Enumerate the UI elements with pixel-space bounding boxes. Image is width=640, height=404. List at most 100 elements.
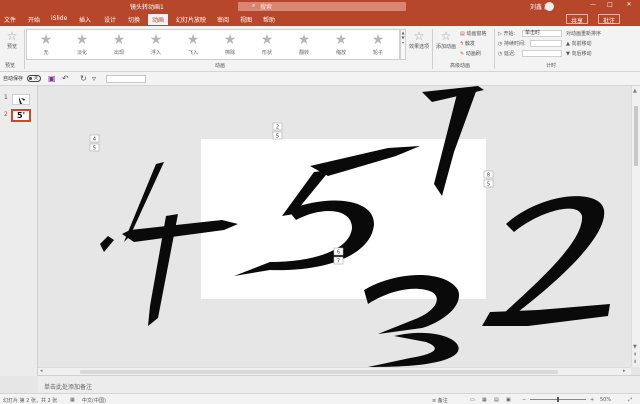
star-icon: ★	[260, 32, 274, 48]
animation-none[interactable]: ★ 无	[29, 32, 63, 56]
tab-insert[interactable]: 插入	[79, 15, 91, 24]
effect-options-button[interactable]: ☆ 效果选项	[407, 29, 431, 50]
animation-tag[interactable]: 4	[89, 134, 100, 143]
star-icon: ★	[149, 32, 163, 48]
prev-slide-icon[interactable]: ⇞	[633, 352, 637, 358]
zoom-slider-handle[interactable]	[557, 397, 559, 402]
zoom-level[interactable]: 50%	[600, 397, 611, 403]
reading-view-icon[interactable]: ▤	[494, 397, 499, 403]
customize-icon[interactable]: ▿	[92, 74, 96, 83]
animation-tag-label: 5	[93, 146, 96, 152]
slide-canvas[interactable]: 4 5 2 5 8 5 6 7	[38, 86, 631, 367]
animation-tag-label: 2	[276, 125, 279, 131]
animation-wipe[interactable]: ★ 擦除	[213, 32, 247, 56]
reorder-title: 对动画重新排序	[566, 31, 602, 37]
scroll-right-icon[interactable]: ▸	[623, 368, 626, 374]
tab-file[interactable]: 文件	[4, 15, 16, 24]
animation-tag-label: 5	[276, 134, 279, 140]
animation-shape[interactable]: ★ 形状	[250, 32, 284, 56]
redo-icon[interactable]: ↻	[80, 74, 87, 83]
start-select[interactable]: 单击时	[522, 30, 562, 37]
animation-tag[interactable]: 6	[333, 247, 344, 256]
animation-tag[interactable]: 5	[272, 131, 283, 140]
normal-view-icon[interactable]: ▭	[470, 397, 475, 403]
tab-transitions[interactable]: 切换	[128, 15, 140, 24]
autosave-toggle[interactable]: 关	[27, 75, 41, 82]
animation-tag-label: 4	[93, 137, 96, 143]
tab-help[interactable]: 帮助	[263, 15, 275, 24]
slide-sorter-icon[interactable]: ▦	[482, 397, 487, 403]
notes-placeholder: 单击此处添加备注	[44, 384, 93, 391]
animation-flip[interactable]: ★ 翻转	[287, 32, 321, 56]
animation-zoom[interactable]: ★ 缩放	[324, 32, 358, 56]
tab-animations[interactable]: 动画	[148, 14, 169, 26]
undo-icon[interactable]: ↶	[62, 74, 69, 83]
share-button[interactable]: 共享	[566, 14, 589, 25]
comment-button[interactable]: 批注	[598, 14, 621, 25]
animation-tag[interactable]: 7	[333, 256, 344, 265]
brush-icon: ✎	[460, 51, 465, 57]
maximize-button[interactable]: □	[603, 1, 617, 8]
zoom-out-icon[interactable]: −	[522, 397, 526, 403]
vertical-scrollbar[interactable]: ▲ ▼ ⇞ ⇟	[631, 86, 640, 367]
tab-view[interactable]: 视图	[240, 15, 252, 24]
animation-float-in[interactable]: ★ 浮入	[139, 32, 173, 56]
animation-tag[interactable]: 5	[483, 179, 494, 188]
scroll-up-icon[interactable]: ▲	[633, 88, 637, 94]
fit-to-window-icon[interactable]: ⤢	[628, 397, 632, 403]
search-box[interactable]: ⌕ 搜索	[238, 2, 406, 11]
slide-thumbnail[interactable]	[12, 94, 30, 105]
slide-thumbnail-selected[interactable]: 5'	[11, 109, 31, 122]
zoom-in-icon[interactable]: +	[590, 397, 594, 403]
language-indicator[interactable]: 中文(中国)	[82, 397, 106, 404]
animation-tag[interactable]: 8	[483, 170, 494, 179]
scroll-down-icon[interactable]: ▼	[633, 344, 637, 350]
delay-input[interactable]	[522, 50, 562, 57]
animation-fly-in[interactable]: ★ 飞入	[176, 32, 210, 56]
spellcheck-icon[interactable]: ▦	[70, 397, 75, 403]
animation-wheel[interactable]: ★ 轮子	[361, 32, 395, 56]
title-bar: 镜头转动画1 ⌕ 搜索 刘鑫 鑫 — □ ✕	[0, 0, 640, 12]
animation-painter-button[interactable]: ✎ 动画刷	[460, 50, 481, 57]
close-button[interactable]: ✕	[622, 1, 636, 8]
slideshow-icon[interactable]: ▣	[506, 397, 511, 403]
animation-appear[interactable]: ★ 出现	[102, 32, 136, 56]
trigger-button[interactable]: ϟ 触发	[460, 40, 475, 47]
animation-tag-label: 6	[337, 250, 340, 256]
preview-label: 预览	[6, 44, 17, 50]
animation-tag[interactable]: 5	[89, 143, 100, 152]
ribbon-tabs: 文件 开始 iSlide 插入 设计 切换 动画 幻灯片放映 审阅 视图 帮助 …	[0, 12, 640, 26]
tab-slideshow[interactable]: 幻灯片放映	[176, 15, 206, 24]
star-icon: ★	[75, 32, 89, 48]
horizontal-scrollbar[interactable]: ◂ ▸	[38, 367, 631, 375]
brush-numbers-art[interactable]: 4 5 2 5 8 5 6 7	[38, 86, 631, 367]
star-icon: ★	[297, 32, 311, 48]
avatar[interactable]	[545, 2, 554, 11]
preview-button[interactable]: ☆ 预览	[2, 29, 22, 50]
gallery-scroll[interactable]: ▲ ▼ ▾	[400, 29, 406, 60]
scroll-left-icon[interactable]: ◂	[40, 368, 43, 374]
next-slide-icon[interactable]: ⇟	[633, 359, 637, 365]
animation-tag[interactable]: 2	[272, 122, 283, 131]
animation-pane-button[interactable]: ▤ 动画窗格	[460, 30, 486, 37]
tab-home[interactable]: 开始	[28, 15, 40, 24]
quick-access-toolbar: 自动保存 关 ▣ ↶ ↻ ▿	[0, 72, 640, 86]
tab-review[interactable]: 审阅	[217, 15, 229, 24]
notes-pane[interactable]: 单击此处添加备注	[38, 375, 640, 393]
save-icon[interactable]: ▣	[48, 74, 56, 83]
minimize-button[interactable]: —	[586, 1, 600, 8]
status-bar: 幻灯片 第 2 张，共 2 张 ▦ 中文(中国) ≡ 备注 ▭ ▦ ▤ ▣ − …	[0, 393, 640, 404]
star-icon: ★	[334, 32, 348, 48]
qat-dropdown[interactable]	[106, 75, 146, 83]
animation-fade[interactable]: ★ 淡化	[65, 32, 99, 56]
tab-design[interactable]: 设计	[104, 15, 116, 24]
scroll-thumb[interactable]	[634, 106, 638, 166]
add-animation-button[interactable]: ☆ 添加动画	[434, 29, 458, 50]
move-later-button[interactable]: ▼ 向后移动	[566, 50, 591, 57]
move-earlier-button[interactable]: ▲ 向前移动	[566, 40, 591, 47]
notes-button[interactable]: ≡ 备注	[432, 397, 448, 404]
slide-number: 1	[4, 94, 8, 101]
tab-islide[interactable]: iSlide	[51, 15, 67, 22]
scroll-thumb[interactable]	[80, 370, 558, 374]
duration-input[interactable]	[530, 40, 562, 47]
